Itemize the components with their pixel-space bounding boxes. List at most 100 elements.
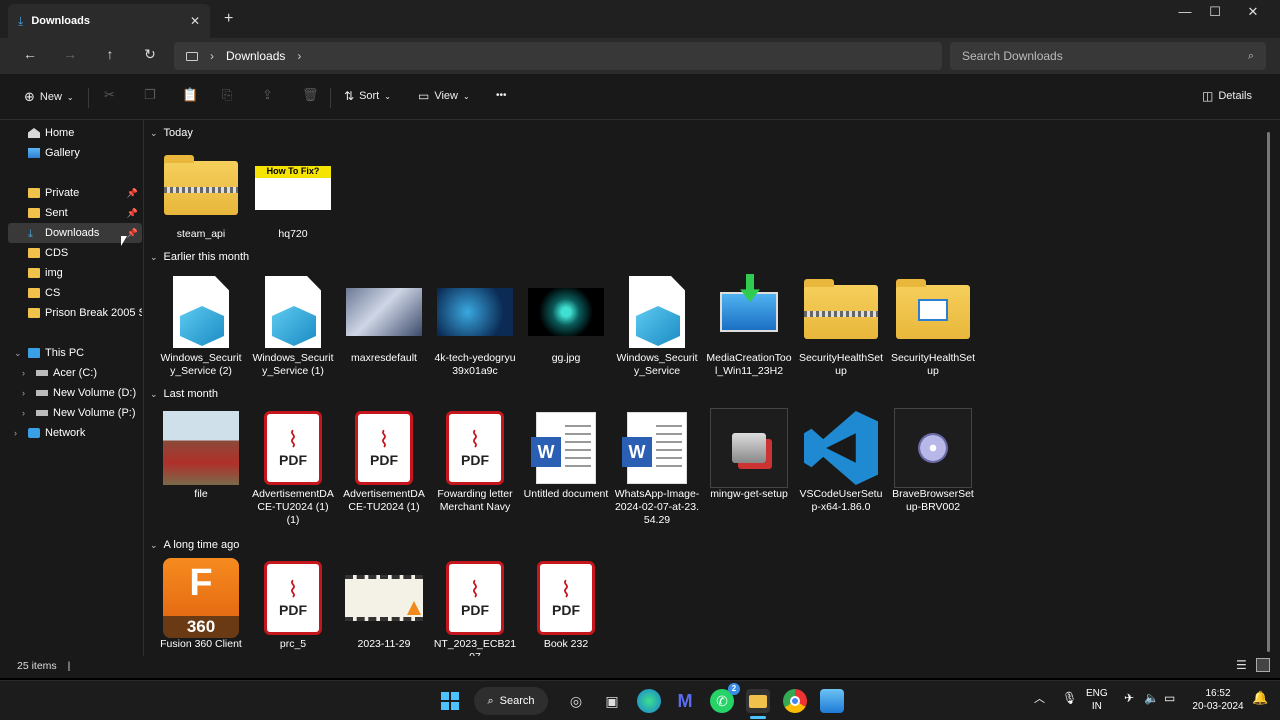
sidebar-item-cds[interactable]: CDS <box>8 243 142 263</box>
sidebar-item-home[interactable]: Home <box>8 123 142 143</box>
search-input[interactable]: Search Downloads ⌕ <box>950 42 1266 70</box>
battery-icon[interactable]: ▭ <box>1164 692 1175 705</box>
language-indicator[interactable]: ENG IN <box>1086 687 1108 713</box>
file-item[interactable]: ⌇ PDF Fowarding letter Merchant Navy <box>432 410 518 514</box>
group-header-last-month[interactable]: ⌄ Last month <box>150 388 218 400</box>
file-item[interactable]: Windows_Security_Service <box>614 274 700 378</box>
file-name: steam_api <box>176 228 226 240</box>
file-item[interactable]: ⌇ PDF AdvertisementDACE-TU2024 (1) <box>341 410 427 514</box>
address-input[interactable]: › Downloads › <box>174 42 942 70</box>
whatsapp-icon[interactable]: ✆ 2 <box>710 683 740 713</box>
scrollbar-thumb[interactable] <box>1267 132 1270 652</box>
pc-icon <box>28 348 40 358</box>
file-explorer-icon[interactable] <box>746 689 770 719</box>
new-button[interactable]: ⊕ New ⌄ <box>24 89 74 105</box>
file-item[interactable]: 4k-tech-yedogryu39x01a9c <box>432 274 518 378</box>
cut-icon[interactable]: ✂ <box>104 87 115 103</box>
file-item[interactable]: mingw-get-setup <box>706 408 792 501</box>
file-item[interactable]: F 360 Fusion 360 Client <box>158 558 244 651</box>
show-hidden-icons[interactable]: ︿ <box>1034 693 1045 706</box>
vertical-scrollbar[interactable] <box>1266 120 1272 656</box>
file-name: Fusion 360 Client <box>160 638 242 650</box>
file-item[interactable]: ⌇ PDF AdvertisementDACE-TU2024 (1) (1) <box>250 410 336 527</box>
file-item[interactable]: SecurityHealthSetup <box>890 274 976 378</box>
maximize-button[interactable]: ☐ <box>1196 4 1234 20</box>
start-windows-icon[interactable] <box>438 689 462 713</box>
sidebar-item-cs[interactable]: CS <box>8 283 142 303</box>
file-item[interactable]: SecurityHealthSetup <box>798 274 884 378</box>
tab-downloads[interactable]: ⤓ Downloads ✕ <box>8 4 210 38</box>
copilot-icon[interactable]: ◎ <box>564 689 588 713</box>
file-item[interactable]: VSCodeUserSetup-x64-1.86.0 <box>798 410 884 514</box>
chevron-down-icon: ⌄ <box>150 539 158 550</box>
file-item[interactable]: steam_api <box>158 150 244 241</box>
sidebar-item-private[interactable]: Private 📌 <box>8 183 142 203</box>
delete-icon[interactable]: 🗑 <box>302 87 319 103</box>
close-window-button[interactable]: ✕ <box>1234 4 1272 20</box>
task-view-icon[interactable]: ▣ <box>600 689 624 713</box>
breadcrumb-downloads[interactable]: Downloads <box>226 49 285 63</box>
zip-folder-icon <box>164 155 238 215</box>
file-item[interactable]: ⌇ PDF prc_5 <box>250 560 336 651</box>
volume-icon[interactable]: 🔈 <box>1144 692 1159 705</box>
microphone-icon[interactable]: 🎙 <box>1062 692 1077 705</box>
forward-button[interactable]: → <box>60 46 80 62</box>
sidebar-item-drive-c[interactable]: › Acer (C:) <box>8 363 142 383</box>
edge-icon[interactable] <box>637 689 661 713</box>
sidebar-item-prison-break[interactable]: Prison Break 2005 Sea <box>8 303 142 323</box>
sidebar-item-network[interactable]: › Network <box>8 423 142 443</box>
chevron-right-icon: › <box>22 408 25 418</box>
zip-folder-icon <box>804 279 878 339</box>
file-item[interactable]: ⌇ PDF Book 232 <box>523 560 609 651</box>
installer-icon <box>894 408 972 488</box>
up-button[interactable]: ↑ <box>100 46 120 62</box>
sidebar-item-drive-d[interactable]: › New Volume (D:) <box>8 383 142 403</box>
file-item[interactable]: ⌇PDFNT_2023_ECB2107 <box>432 560 518 664</box>
file-item[interactable]: BraveBrowserSetup-BRV002 <box>890 408 976 514</box>
taskbar-search[interactable]: ⌕ Search <box>474 687 548 715</box>
clock[interactable]: 16:52 20-03-2024 <box>1190 687 1246 713</box>
file-item[interactable]: W WhatsApp-Image-2024-02-07-at-23.54.29 <box>614 410 700 527</box>
rename-icon[interactable]: ⎘ <box>222 87 232 103</box>
file-item[interactable]: maxresdefault <box>341 274 427 365</box>
folder-icon <box>896 279 970 339</box>
large-icons-view-icon[interactable] <box>1256 658 1270 672</box>
refresh-button[interactable]: ↻ <box>140 46 160 63</box>
file-item[interactable]: file <box>158 410 244 501</box>
new-tab-button[interactable]: + <box>224 10 233 28</box>
group-header-a-long-time-ago[interactable]: ⌄ A long time ago <box>150 539 239 551</box>
paste-icon[interactable]: 📋 <box>182 87 198 103</box>
sort-button[interactable]: ⇅ Sort ⌄ <box>344 89 391 103</box>
breadcrumb-separator: › <box>210 49 214 63</box>
file-item[interactable]: MediaCreationTool_Win11_23H2 <box>706 274 792 378</box>
notification-bell-icon[interactable]: 🔔 <box>1252 691 1268 704</box>
sidebar-item-sent[interactable]: Sent 📌 <box>8 203 142 223</box>
file-name: AdvertisementDACE-TU2024 (1) (1) <box>252 488 334 526</box>
details-button[interactable]: ◫ Details <box>1202 89 1252 103</box>
file-item[interactable]: gg.jpg <box>523 274 609 365</box>
group-header-today[interactable]: ⌄ Today <box>150 127 193 139</box>
back-button[interactable]: ← <box>20 46 40 62</box>
photos-icon[interactable] <box>820 689 844 713</box>
sidebar-item-this-pc[interactable]: ⌄ This PC <box>8 343 142 363</box>
file-item[interactable]: Windows_Security_Service (2) <box>158 274 244 378</box>
wifi-icon[interactable]: ✈ <box>1124 692 1134 705</box>
chrome-icon[interactable] <box>783 689 807 713</box>
installer-icon <box>710 408 788 488</box>
share-icon[interactable]: ⇪ <box>262 87 273 103</box>
more-options-button[interactable]: ••• <box>496 90 507 101</box>
sidebar-item-drive-p[interactable]: › New Volume (P:) <box>8 403 142 423</box>
file-item[interactable]: Windows_Security_Service (1) <box>250 274 336 378</box>
sidebar-item-gallery[interactable]: Gallery <box>8 143 142 163</box>
group-header-earlier-this-month[interactable]: ⌄ Earlier this month <box>150 251 249 263</box>
copilot-m-icon[interactable]: M <box>673 689 697 713</box>
file-item[interactable]: W Untitled document <box>523 410 609 501</box>
details-view-icon[interactable]: ☰ <box>1236 658 1247 672</box>
file-item[interactable]: How To Fix? hq720 <box>250 150 336 241</box>
breadcrumb-separator[interactable]: › <box>297 49 301 63</box>
sidebar-item-img[interactable]: img <box>8 263 142 283</box>
close-tab-icon[interactable]: ✕ <box>190 14 200 28</box>
view-button[interactable]: ▭ View ⌄ <box>418 89 470 103</box>
copy-icon[interactable]: ❐ <box>144 87 156 103</box>
file-item[interactable]: 2023-11-29 <box>341 560 427 651</box>
